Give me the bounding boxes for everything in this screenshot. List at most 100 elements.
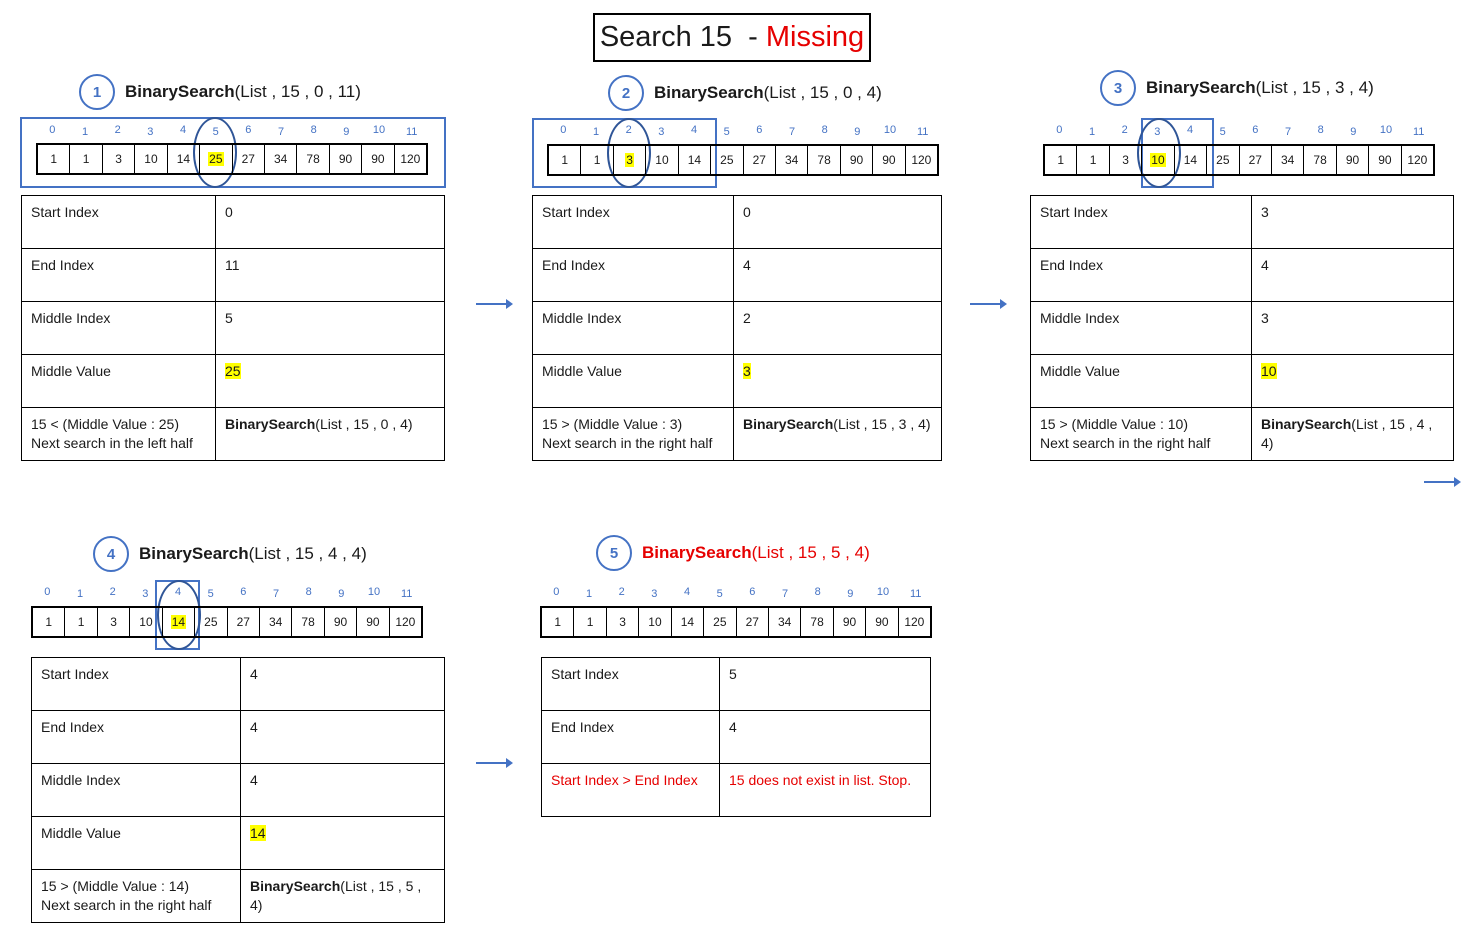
array-cell: 25 [711, 146, 744, 174]
array-index-label: 4 [690, 124, 698, 136]
array-index-label: 9 [343, 126, 350, 138]
array-index-label: 9 [847, 588, 854, 600]
start-label: Start Index [31, 657, 241, 711]
array-cell: 3 [1110, 146, 1143, 174]
middle-index-value: 2 [733, 301, 942, 355]
condition: 15 > (Middle Value : 14) Next search in t… [31, 869, 241, 923]
array-cell: 1 [1045, 146, 1078, 174]
array-cell: 90 [841, 146, 874, 174]
array-cell: 27 [1240, 146, 1272, 174]
array-index-label: 2 [625, 124, 632, 136]
start-label: Start Index [532, 195, 734, 249]
array-cell: 78 [292, 608, 325, 636]
array-cell: 90 [330, 145, 363, 173]
arrow-icon [476, 299, 513, 309]
middle-value: 25 [215, 354, 445, 408]
array-cell: 1 [38, 145, 71, 173]
stop-message: 15 does not exist in list. Stop. [719, 763, 931, 817]
array-index-label: 0 [49, 124, 56, 136]
array-cell: 3 [98, 608, 131, 636]
array-index-label: 11 [909, 588, 922, 600]
array-cell: 3 [607, 608, 640, 636]
array-index-label: 3 [142, 588, 149, 600]
middle-index-label: Middle Index [31, 763, 241, 817]
array-cell: 14 [163, 608, 196, 636]
end-label: End Index [532, 248, 734, 302]
arrow-icon [1424, 477, 1461, 487]
end-label: End Index [21, 248, 216, 302]
array-index-label: 8 [305, 586, 312, 598]
array-index-label: 4 [1186, 124, 1194, 136]
array-cell: 10 [130, 608, 163, 636]
array-cell: 3 [614, 146, 647, 174]
array-cell: 25 [1207, 146, 1240, 174]
array-index-label: 2 [114, 124, 121, 136]
middle-index-label: Middle Index [21, 301, 216, 355]
array-index-label: 8 [310, 124, 317, 136]
array-cell: 34 [776, 146, 809, 174]
array-index-label: 4 [683, 586, 691, 598]
array-cell: 1 [574, 608, 607, 636]
array-cell: 1 [549, 146, 582, 174]
array-cell: 10 [1142, 146, 1175, 174]
middle-value-label: Middle Value [1030, 354, 1252, 408]
middle-value: 3 [733, 354, 942, 408]
end-label: End Index [541, 710, 720, 764]
array-index-label: 7 [781, 588, 789, 600]
array-index-label: 7 [1284, 126, 1292, 138]
array-cell: 90 [866, 608, 899, 636]
step-3-table: Start Index 3 End Index 4 Middle Index 3 Mi… [1030, 195, 1454, 461]
array-cell: 10 [646, 146, 679, 174]
array-index-label: 0 [553, 586, 560, 598]
step-call: BinarySearch(List , 15 , 4 , 4) [139, 544, 367, 563]
step-4-table: Start Index 4 End Index 4 Middle Index 4 Mi… [31, 657, 445, 923]
array-index-label: 0 [1056, 124, 1063, 136]
end-label: End Index [1030, 248, 1252, 302]
next-call: BinarySearch(List , 15 , 4 , 4) [1251, 407, 1454, 461]
step-call: BinarySearch(List , 15 , 5 , 4) [642, 543, 870, 562]
middle-index-value: 3 [1251, 301, 1454, 355]
array-index-label: 2 [1121, 124, 1128, 136]
end-value: 4 [240, 710, 445, 764]
array-cell: 90 [1337, 146, 1370, 174]
end-label: End Index [31, 710, 241, 764]
array-cell: 27 [233, 145, 265, 173]
array-index-label: 5 [207, 588, 214, 600]
array-index-label: 10 [876, 586, 890, 598]
array-index-label: 2 [109, 586, 116, 598]
condition: 15 < (Middle Value : 25) Next search in t… [21, 407, 216, 461]
array-cell: 3 [103, 145, 136, 173]
array-index-label: 4 [174, 586, 182, 598]
array-cell: 1 [65, 608, 98, 636]
title-status: Missing [765, 21, 865, 53]
start-label: Start Index [1030, 195, 1252, 249]
array-cell: 120 [911, 153, 932, 167]
step-call: BinarySearch(List , 15 , 0 , 4) [654, 83, 882, 102]
middle-value-label: Middle Value [21, 354, 216, 408]
array-cell: 25 [195, 608, 228, 636]
array-cell: 1 [581, 146, 614, 174]
middle-index-value: 4 [240, 763, 445, 817]
middle-value-label: Middle Value [31, 816, 241, 870]
array-row: 1 1 3 10 14 25 27 34 78 90 90 120 [1043, 144, 1435, 176]
middle-index-value: 5 [215, 301, 445, 355]
next-call: BinarySearch(List , 15 , 5 , 4) [240, 869, 445, 923]
array-index-label: 8 [821, 124, 828, 136]
step-2-header: 2 BinarySearch(List , 15 , 0 , 4) [608, 75, 882, 111]
stop-condition: Start Index > End Index [541, 763, 720, 817]
next-call: BinarySearch(List , 15 , 0 , 4) [215, 407, 445, 461]
array-row: 1 1 3 10 14 25 27 34 78 90 90 120 [31, 606, 423, 638]
array-index-label: 3 [658, 126, 665, 138]
array-index-label: 9 [854, 126, 861, 138]
array-index-label: 11 [1412, 126, 1425, 138]
array-index-label: 8 [814, 586, 821, 598]
arrow-icon [476, 758, 513, 768]
middle-index-label: Middle Index [1030, 301, 1252, 355]
array-cell: 120 [904, 615, 925, 629]
start-value: 5 [719, 657, 931, 711]
next-call: BinarySearch(List , 15 , 3 , 4) [733, 407, 942, 461]
step-1-table: Start Index 0 End Index 11 Middle Index 5 M… [21, 195, 445, 461]
end-value: 4 [1251, 248, 1454, 302]
end-value: 4 [719, 710, 931, 764]
array-index-label: 7 [272, 588, 280, 600]
